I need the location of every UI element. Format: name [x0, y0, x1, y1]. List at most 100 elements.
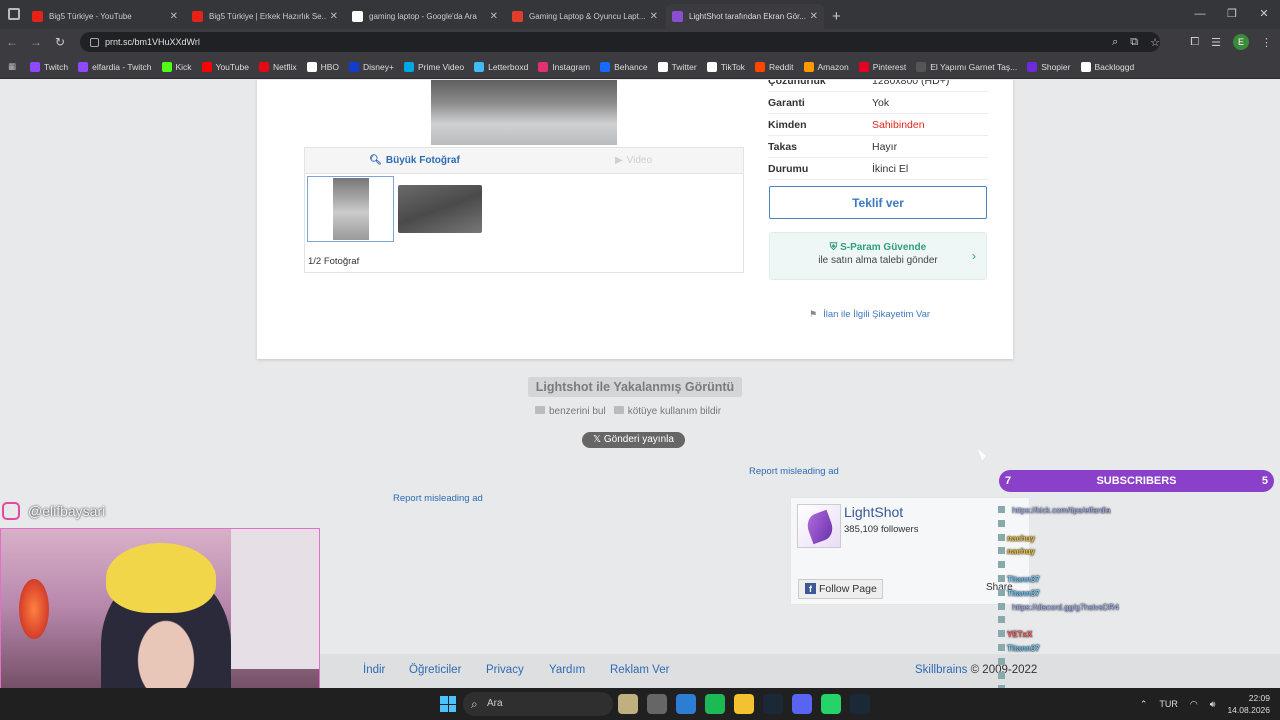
reload-icon[interactable]: ↻	[48, 35, 72, 49]
main-photo[interactable]	[431, 80, 617, 145]
bookmark-item[interactable]: Behance	[600, 61, 648, 72]
zoom-icon[interactable]: ⌕	[1112, 36, 1118, 49]
wifi-icon[interactable]: ◠	[1190, 699, 1198, 710]
thumbnail-2[interactable]	[396, 176, 483, 242]
bookmark-item[interactable]: Twitter	[657, 61, 697, 72]
taskbar-app-icon[interactable]	[647, 694, 667, 714]
taskbar-app-icon[interactable]	[821, 694, 841, 714]
fb-page-name[interactable]: LightShot	[844, 504, 903, 520]
minimize-icon[interactable]: —	[1184, 0, 1216, 29]
report-ad-link-left[interactable]: Report misleading ad	[393, 493, 483, 504]
bookmark-item[interactable]: elfardia - Twitch	[78, 61, 152, 72]
translate-icon[interactable]: ⧉	[1130, 36, 1138, 49]
bookmark-item[interactable]: Shopier	[1027, 61, 1071, 72]
footer-link-help[interactable]: Yardım	[549, 664, 585, 676]
volume-icon[interactable]: 🔊︎	[1210, 699, 1216, 710]
bookmark-star-icon[interactable]: ☆	[1150, 36, 1160, 49]
subs-count-right: 5	[1261, 475, 1268, 487]
bookmarks-bar: ▦ Twitch elfardia - Twitch Kick YouTube Netf…	[0, 55, 1280, 79]
back-icon[interactable]: ←	[0, 35, 24, 49]
close-tab-icon[interactable]: ✕	[330, 11, 338, 22]
bookmark-item[interactable]: Twitch	[30, 61, 68, 72]
taskbar-app-icon[interactable]	[734, 694, 754, 714]
chat-message	[998, 670, 1280, 684]
bookmark-item[interactable]: TikTok	[706, 61, 745, 72]
reading-list-icon[interactable]: ☰	[1211, 36, 1221, 49]
report-abuse-link[interactable]: kötüye kullanım bildir	[614, 406, 721, 417]
taskbar-app-icon[interactable]	[763, 694, 783, 714]
taskbar-app-icon[interactable]	[850, 694, 870, 714]
close-window-icon[interactable]: ✕	[1248, 0, 1280, 29]
bookmark-item[interactable]: El Yapımı Garnet Taş...	[916, 61, 1017, 72]
taskbar-app-icon[interactable]	[676, 694, 696, 714]
bookmark-label: Twitter	[671, 61, 697, 72]
sparam-box[interactable]: ⛨ S-Param Güvende ile satın alma talebi …	[769, 232, 987, 280]
bookmark-item[interactable]: Netflix	[258, 61, 297, 72]
chat-message	[998, 614, 1280, 628]
bookmark-item[interactable]: Prime Video	[403, 61, 464, 72]
url-text: prnt.sc/bm1VHuXXdWrl	[105, 37, 200, 47]
footer-link-tutorials[interactable]: Öğreticiler	[409, 664, 461, 676]
offer-button[interactable]: Teklif ver	[769, 186, 987, 219]
bookmark-item[interactable]: HBO	[306, 61, 339, 72]
report-ad-link-right[interactable]: Report misleading ad	[749, 466, 839, 477]
apps-grid-icon[interactable]: ▦	[8, 61, 16, 72]
address-bar[interactable]: prnt.sc/bm1VHuXXdWrl	[80, 32, 1160, 52]
close-tab-icon[interactable]: ✕	[810, 11, 818, 22]
gallery-tabs: 🔍︎ Büyük Fotoğraf ▶ Video	[305, 148, 743, 174]
complaint-link[interactable]: ⚑ İlan ile İlgili Şikayetim Var	[809, 309, 930, 320]
photo-gallery: 🔍︎ Büyük Fotoğraf ▶ Video 1/2 Fotoğraf	[304, 147, 744, 273]
taskbar-search[interactable]: Ara	[463, 692, 613, 716]
new-tab-button[interactable]: +	[832, 8, 841, 25]
tab-video[interactable]: ▶ Video	[524, 148, 743, 173]
taskbar-app-icon[interactable]	[618, 694, 638, 714]
thumbnail-1[interactable]	[307, 176, 394, 242]
bookmark-item[interactable]: Backloggd	[1080, 61, 1134, 72]
restore-icon[interactable]: ❐	[1216, 0, 1248, 29]
tweet-button[interactable]: 𝕏 Gönderi yayınla	[582, 432, 685, 448]
footer-link-privacy[interactable]: Privacy	[486, 664, 524, 676]
close-tab-icon[interactable]: ✕	[170, 11, 178, 22]
browser-tab[interactable]: Big5 Türkiye - YouTube ✕	[26, 4, 184, 29]
bookmark-item[interactable]: Kick	[161, 61, 192, 72]
taskbar-app-icon[interactable]	[792, 694, 812, 714]
bookmark-item[interactable]: Letterboxd	[474, 61, 528, 72]
bookmark-item[interactable]: Pinterest	[858, 61, 906, 72]
bookmark-item[interactable]: Reddit	[754, 61, 794, 72]
close-tab-icon[interactable]: ✕	[650, 11, 658, 22]
close-tab-icon[interactable]: ✕	[490, 11, 498, 22]
bookmark-item[interactable]: Disney+	[349, 61, 394, 72]
browser-tab[interactable]: gaming laptop - Google'da Ara ✕	[346, 4, 504, 29]
browser-tab[interactable]: Gaming Laptop & Oyuncu Lapt... ✕	[506, 4, 664, 29]
extensions-icon[interactable]: ⧠	[1190, 36, 1199, 49]
bookmark-label: Behance	[614, 61, 648, 72]
clock[interactable]: 22:09 14.08.2026	[1227, 692, 1270, 716]
lightshot-logo[interactable]	[797, 504, 841, 548]
footer-link-advertise[interactable]: Reklam Ver	[610, 664, 669, 676]
site-info-icon[interactable]	[90, 37, 99, 47]
tab-big-photo[interactable]: 🔍︎ Büyük Fotoğraf	[305, 148, 524, 173]
bookmark-item[interactable]: YouTube	[201, 61, 249, 72]
property-key: Durumu	[768, 162, 809, 175]
profile-avatar[interactable]: E	[1233, 34, 1249, 50]
chat-username: Titann37	[1007, 574, 1040, 584]
footer-link-download[interactable]: İndir	[363, 664, 385, 676]
tab-search-icon[interactable]	[8, 8, 20, 20]
chevron-up-icon[interactable]: ⌃	[1140, 699, 1148, 710]
fb-follow-button[interactable]: Follow Page	[798, 579, 883, 599]
property-key: Çözünürlük	[768, 80, 826, 87]
find-similar-link[interactable]: benzerini bul	[535, 406, 606, 417]
lang-indicator[interactable]: TUR	[1159, 699, 1178, 709]
chevron-right-icon: ›	[972, 249, 976, 263]
instagram-handle: @elifbaysari	[28, 503, 106, 519]
forward-icon[interactable]: →	[24, 35, 48, 49]
menu-icon[interactable]: ⋮	[1261, 36, 1272, 49]
windows-start-icon[interactable]	[440, 696, 456, 712]
taskbar-app-icon[interactable]	[705, 694, 725, 714]
bookmark-item[interactable]: Instagram	[538, 61, 590, 72]
browser-tab[interactable]: LightShot tarafından Ekran Gör... ✕	[666, 4, 824, 29]
browser-tab[interactable]: Big5 Türkiye | Erkek Hazırlık Se... ✕	[186, 4, 344, 29]
bookmark-item[interactable]: Amazon	[803, 61, 849, 72]
skillbrains-link[interactable]: Skillbrains	[915, 664, 967, 676]
chat-username: nachuy	[1007, 533, 1036, 543]
